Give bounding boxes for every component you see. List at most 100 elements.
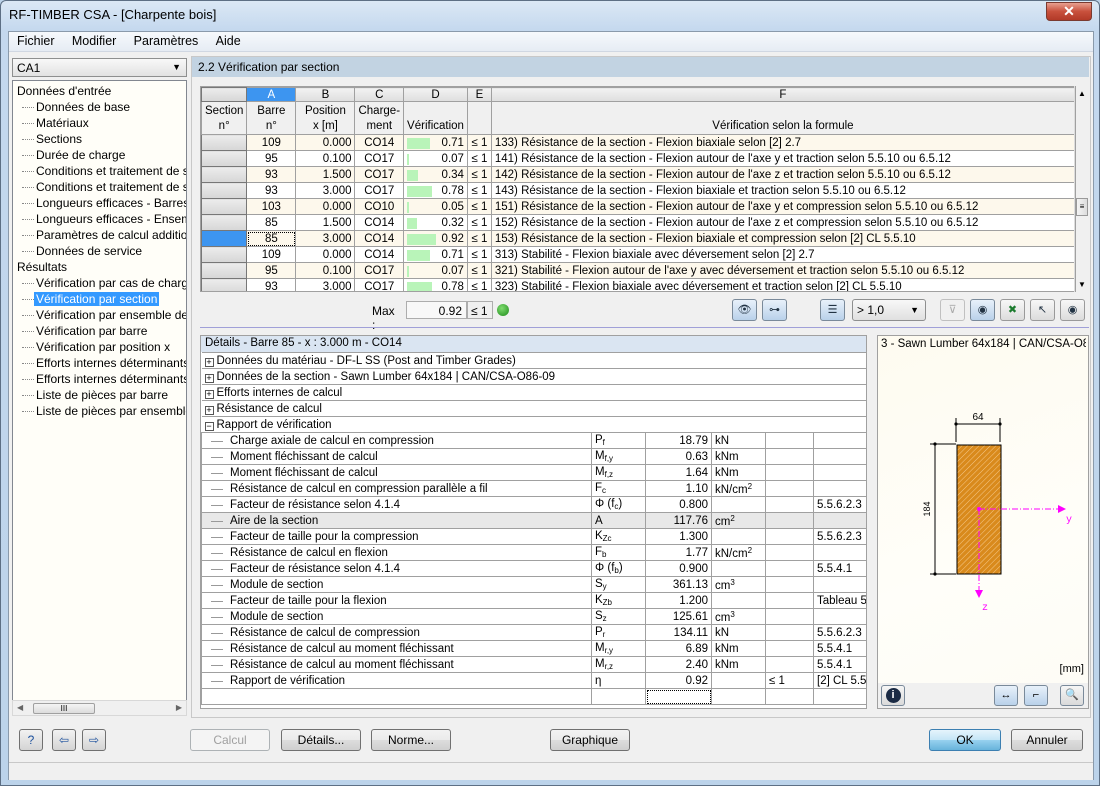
grid-row[interactable]: 85 3.000 CO14 0.92 ≤ 1 153) Résistance de la … [201, 230, 1075, 247]
details-group[interactable]: + Données du matériau - DF-L SS (Post and… [201, 352, 866, 369]
tree-horizontal-scrollbar[interactable]: ◀ III ▶ [12, 700, 187, 716]
cell-chargement[interactable]: CO10 [354, 198, 405, 215]
reset-view-button[interactable]: 🔍 [1060, 685, 1084, 706]
cell-formula[interactable]: 143) Résistance de la section - Flexion … [490, 182, 1075, 199]
cell-barre[interactable]: 109 [246, 134, 297, 151]
close-button[interactable]: ✕ [1046, 2, 1092, 21]
cell-chargement[interactable]: CO14 [354, 246, 405, 263]
tree-item-input-1[interactable]: Matériaux [13, 115, 186, 131]
scroll-thumb[interactable]: ≡ [1076, 198, 1088, 216]
grid-vertical-scrollbar[interactable]: ▲ ≡ ▼ [1074, 86, 1088, 292]
scroll-left-icon[interactable]: ◀ [17, 703, 23, 712]
cell-position[interactable]: 0.000 [295, 198, 356, 215]
details-row[interactable]: Moment fléchissant de calcul Mf,z 1.64 kNm [201, 464, 866, 481]
cell-barre[interactable]: 109 [246, 246, 297, 263]
details-row[interactable]: Facteur de résistance selon 4.1.4 Φ (fc) 0… [201, 496, 866, 513]
details-row[interactable]: Module de section Sz 125.61 cm3 [201, 608, 866, 625]
details-row[interactable]: Facteur de taille pour la flexion KZb 1.20… [201, 592, 866, 609]
tree-item-input-6[interactable]: Longueurs efficaces - Barres [13, 195, 186, 211]
details-row[interactable]: Moment fléchissant de calcul Mf,y 0.63 kNm [201, 448, 866, 465]
details-group-cell[interactable]: − Rapport de vérification [201, 416, 866, 433]
grid-row[interactable]: 95 0.100 CO17 0.07 ≤ 1 141) Résistance de la … [201, 150, 1075, 167]
cell-limit[interactable]: ≤ 1 [466, 278, 492, 291]
grid-row[interactable]: 95 0.100 CO17 0.07 ≤ 1 321) Stabilité - Flexi… [201, 262, 1075, 279]
tree-item-input-2[interactable]: Sections [13, 131, 186, 147]
cell-limit[interactable]: ≤ 1 [466, 262, 492, 279]
row-header[interactable] [201, 134, 248, 151]
cell-chargement[interactable]: CO14 [354, 230, 405, 247]
show-dimensions-button[interactable]: ↔ [994, 685, 1018, 706]
tree-item-input-5[interactable]: Conditions et traitement de ser [13, 179, 186, 195]
cell-position[interactable]: 3.000 [295, 278, 356, 291]
cell-barre[interactable]: 85 [246, 230, 297, 247]
color-scale-button[interactable]: ◉ [970, 299, 995, 321]
grid-row[interactable]: 93 1.500 CO17 0.34 ≤ 1 142) Résistance de la … [201, 166, 1075, 183]
cell-formula[interactable]: 153) Résistance de la section - Flexion … [490, 230, 1075, 247]
cell-barre[interactable]: 95 [246, 150, 297, 167]
cell-formula[interactable]: 321) Stabilité - Flexion autour de l'axe… [490, 262, 1075, 279]
details-group-cell[interactable]: + Efforts internes de calcul [201, 384, 866, 401]
details-group[interactable]: + Données de la section - Sawn Lumber 64x… [201, 368, 866, 385]
tree-item-input-3[interactable]: Durée de charge [13, 147, 186, 163]
norme-button[interactable]: Norme... [371, 729, 451, 751]
cell-formula[interactable]: 152) Résistance de la section - Flexion … [490, 214, 1075, 231]
cell-limit[interactable]: ≤ 1 [466, 182, 492, 199]
grid-row[interactable]: 93 3.000 CO17 0.78 ≤ 1 323) Stabilité - Flexi… [201, 278, 1075, 291]
cell-formula[interactable]: 323) Stabilité - Flexion biaxiale avec d… [490, 278, 1075, 291]
cell-chargement[interactable]: CO14 [354, 214, 405, 231]
cell-verification[interactable]: 0.05 [403, 198, 468, 215]
help-button[interactable]: ? [19, 729, 43, 751]
details-row[interactable]: Résistance de calcul de compression Pr 134… [201, 624, 866, 641]
row-header[interactable] [201, 182, 248, 199]
view-mode-button[interactable]: ◉ [1060, 299, 1085, 321]
cell-barre[interactable]: 93 [246, 166, 297, 183]
cell-barre[interactable]: 95 [246, 262, 297, 279]
view-result-diagram-button[interactable]: 👁 [732, 299, 757, 321]
collapse-icon[interactable]: − [204, 421, 214, 431]
cell-position[interactable]: 1.500 [295, 166, 356, 183]
cell-limit[interactable]: ≤ 1 [466, 150, 492, 167]
tree-root-results[interactable]: Résultats [13, 259, 186, 275]
menu-modifier[interactable]: Modifier [66, 32, 122, 50]
cell-barre[interactable]: 93 [246, 278, 297, 291]
details-row[interactable]: Facteur de résistance selon 4.1.4 Φ (fb) 0… [201, 560, 866, 577]
cell-chargement[interactable]: CO17 [354, 182, 405, 199]
expand-icon[interactable]: + [204, 389, 214, 399]
tree-item-result-7[interactable]: Liste de pièces par barre [13, 387, 186, 403]
cell-position[interactable]: 3.000 [295, 182, 356, 199]
details-group[interactable]: − Rapport de vérification [201, 416, 866, 433]
ratio-bars-button[interactable]: ☰ [820, 299, 845, 321]
cell-limit[interactable]: ≤ 1 [466, 230, 492, 247]
row-header[interactable] [201, 214, 248, 231]
view-section-button[interactable]: ⊶ [762, 299, 787, 321]
cell-position[interactable]: 0.100 [295, 262, 356, 279]
details-group-cell[interactable]: + Données de la section - Sawn Lumber 64x… [201, 368, 866, 385]
corner-cell[interactable] [201, 87, 248, 102]
details-row[interactable]: Rapport de vérification η 0.92 ≤ 1 [2] CL 5.… [201, 672, 866, 689]
column-e-header[interactable]: E [466, 87, 492, 102]
cell-limit[interactable]: ≤ 1 [466, 246, 492, 263]
cell-position[interactable]: 3.000 [295, 230, 356, 247]
previous-button[interactable]: ⇦ [52, 729, 76, 751]
filter-dropdown[interactable]: > 1,0 ▼ [852, 299, 926, 321]
empty-cell[interactable] [645, 688, 712, 705]
row-header[interactable] [201, 230, 248, 247]
cell-verification[interactable]: 0.92 [403, 230, 468, 247]
cell-position[interactable]: 0.000 [295, 246, 356, 263]
tree-item-input-8[interactable]: Paramètres de calcul additionne [13, 227, 186, 243]
details-row[interactable]: Module de section Sy 361.13 cm3 [201, 576, 866, 593]
details-group-cell[interactable]: + Données du matériau - DF-L SS (Post and… [201, 352, 866, 369]
cell-limit[interactable]: ≤ 1 [466, 166, 492, 183]
menu-parametres[interactable]: Paramètres [128, 32, 205, 50]
details-row[interactable]: Aire de la section A 117.76 cm2 [201, 512, 866, 529]
tree-item-result-6[interactable]: Efforts internes déterminants p [13, 371, 186, 387]
menu-fichier[interactable]: Fichier [11, 32, 61, 50]
details-row[interactable]: Charge axiale de calcul en compression Pf… [201, 432, 866, 449]
cell-barre[interactable]: 93 [246, 182, 297, 199]
tree-root-input[interactable]: Données d'entrée [13, 83, 186, 99]
row-header[interactable] [201, 246, 248, 263]
tree-item-input-7[interactable]: Longueurs efficaces - Ensemble [13, 211, 186, 227]
row-header[interactable] [201, 150, 248, 167]
cell-verification[interactable]: 0.78 [403, 278, 468, 291]
cancel-button[interactable]: Annuler [1011, 729, 1083, 751]
